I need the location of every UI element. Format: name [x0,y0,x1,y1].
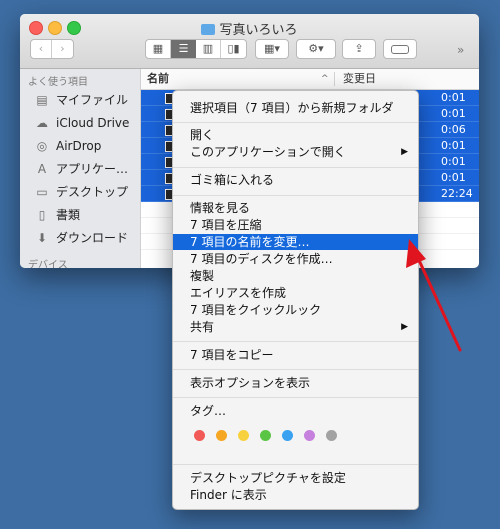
annotation-arrow-head [406,239,426,268]
annotation-arrow-shaft [416,256,462,352]
annotation-arrow [406,239,462,352]
